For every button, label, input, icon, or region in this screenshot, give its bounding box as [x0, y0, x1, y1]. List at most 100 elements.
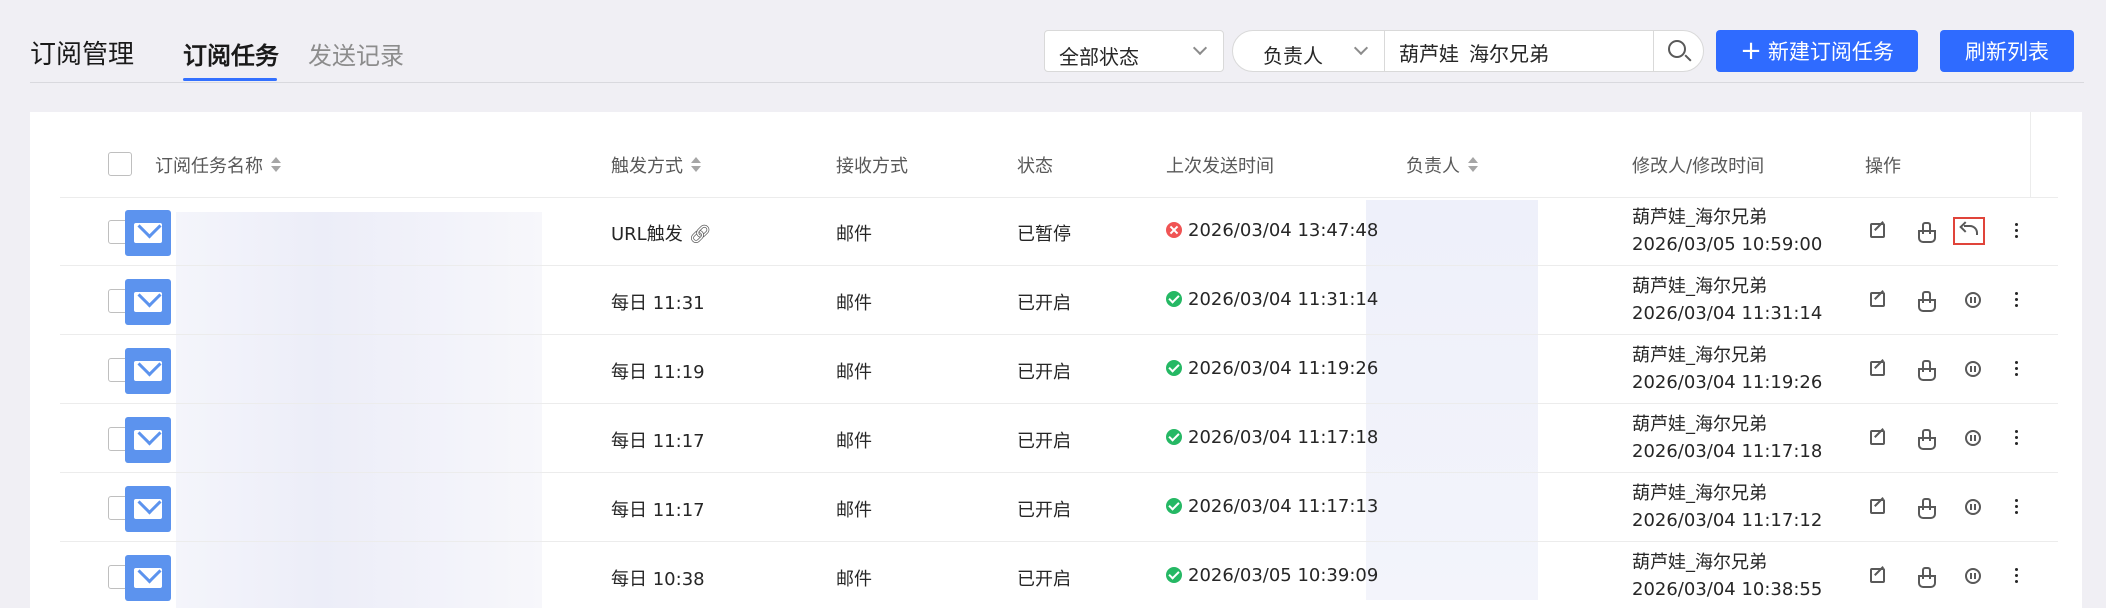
- pause-icon[interactable]: [1965, 292, 1981, 308]
- link-icon[interactable]: 🔗︎: [689, 224, 712, 245]
- modified-time: 2026/03/04 11:31:14: [1632, 303, 1823, 324]
- more-icon[interactable]: [2015, 499, 2019, 515]
- pause-icon[interactable]: [1965, 361, 1981, 377]
- more-icon[interactable]: [2015, 223, 2019, 239]
- last-sent-time: 2026/03/04 11:31:14: [1188, 289, 1379, 310]
- modifier-name: 葫芦娃_海尔兄弟: [1632, 345, 1767, 366]
- trigger-text: 每日 11:17: [611, 500, 705, 521]
- last-sent-cell: 2026/03/04 11:31:14: [1166, 289, 1378, 310]
- receive-cell: 邮件: [836, 569, 872, 590]
- status-cell: 已开启: [1017, 500, 1071, 521]
- check-circle-icon: [1166, 567, 1182, 583]
- table-row[interactable]: 每日 11:19 邮件 已开启 2026/03/04 11:19:26 葫芦娃_…: [60, 336, 2058, 404]
- select-all-checkbox[interactable]: [108, 152, 132, 176]
- edit-icon[interactable]: [1870, 292, 1885, 307]
- more-icon[interactable]: [2015, 361, 2019, 377]
- header-divider: [2030, 112, 2031, 198]
- edit-icon[interactable]: [1870, 499, 1885, 514]
- tab-send-records[interactable]: 发送记录: [308, 36, 404, 71]
- edit-icon[interactable]: [1870, 568, 1885, 583]
- trigger-cell: 每日 11:31: [611, 289, 705, 315]
- mail-icon: [125, 210, 171, 256]
- check-circle-icon: [1166, 429, 1182, 445]
- manual-send-icon[interactable]: [1917, 360, 1936, 381]
- column-header-owner[interactable]: 负责人: [1406, 152, 1478, 178]
- header-divider: [30, 82, 2084, 83]
- more-icon[interactable]: [2015, 292, 2019, 308]
- trigger-text: 每日 11:17: [611, 431, 705, 452]
- mail-icon: [125, 348, 171, 394]
- trigger-text: URL触发: [611, 224, 683, 245]
- manual-send-icon[interactable]: [1917, 498, 1936, 519]
- search-icon: [1668, 40, 1686, 58]
- table-row[interactable]: URL触发 🔗︎ 邮件 已暂停 2026/03/04 13:47:48 葫芦娃_海…: [60, 198, 2058, 266]
- pause-icon[interactable]: [1965, 499, 1981, 515]
- owner-filter-group: 负责人: [1232, 30, 1704, 72]
- owner-filter-label: 负责人: [1263, 44, 1323, 68]
- chevron-down-icon: [1192, 40, 1208, 56]
- modifier-cell: 葫芦娃_海尔兄弟 2026/03/04 11:17:12: [1632, 480, 1822, 534]
- manual-send-icon[interactable]: [1917, 291, 1936, 312]
- owner-search-input[interactable]: [1399, 40, 1639, 64]
- modifier-name: 葫芦娃_海尔兄弟: [1632, 207, 1767, 228]
- page-header: 订阅管理 订阅任务 发送记录 全部状态 负责人 + 新建订阅任务 刷新列表: [0, 0, 2106, 84]
- edit-icon[interactable]: [1870, 430, 1885, 445]
- check-circle-icon: [1166, 360, 1182, 376]
- column-header-status: 状态: [1017, 156, 1053, 177]
- table-row[interactable]: 每日 11:17 邮件 已开启 2026/03/04 11:17:13 葫芦娃_…: [60, 474, 2058, 542]
- sort-icon[interactable]: [691, 157, 701, 173]
- column-header-modifier: 修改人/修改时间: [1632, 156, 1765, 177]
- last-sent-time: 2026/03/05 10:39:09: [1188, 565, 1379, 586]
- chevron-down-icon: [1353, 40, 1369, 56]
- modifier-cell: 葫芦娃_海尔兄弟 2026/03/04 11:17:18: [1632, 411, 1822, 465]
- manual-send-icon[interactable]: [1917, 429, 1936, 450]
- edit-icon[interactable]: [1870, 223, 1885, 238]
- new-subscription-task-button[interactable]: + 新建订阅任务: [1716, 30, 1918, 72]
- manual-send-icon[interactable]: [1917, 567, 1936, 588]
- tab-subscription-tasks[interactable]: 订阅任务: [183, 36, 279, 71]
- modified-time: 2026/03/04 11:17:12: [1632, 510, 1823, 531]
- refresh-list-button[interactable]: 刷新列表: [1940, 30, 2074, 72]
- subscription-table-card: 订阅任务名称 触发方式 接收方式 状态 上次发送时间 负责人 修改人/修改时间 …: [30, 112, 2082, 608]
- modifier-name: 葫芦娃_海尔兄弟: [1632, 552, 1767, 573]
- receive-cell: 邮件: [836, 500, 872, 521]
- sort-icon[interactable]: [271, 157, 281, 173]
- pause-icon[interactable]: [1965, 568, 1981, 584]
- more-icon[interactable]: [2015, 430, 2019, 446]
- column-header-ops: 操作: [1865, 156, 1901, 177]
- table-row[interactable]: 每日 11:17 邮件 已开启 2026/03/04 11:17:18 葫芦娃_…: [60, 405, 2058, 473]
- modifier-cell: 葫芦娃_海尔兄弟 2026/03/04 10:38:55: [1632, 549, 1822, 603]
- table-row[interactable]: 每日 10:38 邮件 已开启 2026/03/05 10:39:09 葫芦娃_…: [60, 543, 2058, 608]
- modifier-name: 葫芦娃_海尔兄弟: [1632, 414, 1767, 435]
- column-header-trigger[interactable]: 触发方式: [611, 152, 701, 178]
- trigger-text: 每日 11:31: [611, 293, 705, 314]
- column-header-owner-label: 负责人: [1406, 156, 1460, 177]
- modified-time: 2026/03/04 11:17:18: [1632, 441, 1823, 462]
- modifier-cell: 葫芦娃_海尔兄弟 2026/03/05 10:59:00: [1632, 204, 1822, 258]
- sort-icon[interactable]: [1468, 157, 1478, 173]
- pause-icon[interactable]: [1965, 430, 1981, 446]
- error-circle-icon: [1166, 222, 1182, 238]
- status-cell: 已开启: [1017, 293, 1071, 314]
- column-header-name-label: 订阅任务名称: [155, 156, 263, 177]
- table-row[interactable]: 每日 11:31 邮件 已开启 2026/03/04 11:31:14 葫芦娃_…: [60, 267, 2058, 335]
- last-sent-time: 2026/03/04 11:17:13: [1188, 496, 1379, 517]
- trigger-cell: 每日 11:19: [611, 358, 705, 384]
- mail-icon: [125, 486, 171, 532]
- table-header: 订阅任务名称 触发方式 接收方式 状态 上次发送时间 负责人 修改人/修改时间 …: [60, 112, 2058, 198]
- more-icon[interactable]: [2015, 568, 2019, 584]
- trigger-cell: 每日 10:38: [611, 565, 705, 591]
- edit-icon[interactable]: [1870, 361, 1885, 376]
- column-header-name[interactable]: 订阅任务名称: [155, 152, 281, 178]
- receive-cell: 邮件: [836, 431, 872, 452]
- owner-filter-select[interactable]: 负责人: [1233, 31, 1385, 71]
- status-filter-select[interactable]: 全部状态: [1044, 30, 1224, 72]
- column-header-last-sent: 上次发送时间: [1166, 156, 1274, 177]
- modifier-name: 葫芦娃_海尔兄弟: [1632, 483, 1767, 504]
- modified-time: 2026/03/04 10:38:55: [1632, 579, 1823, 600]
- resume-icon[interactable]: [1953, 217, 1985, 245]
- search-button[interactable]: [1653, 31, 1703, 71]
- plus-icon: +: [1740, 36, 1762, 66]
- manual-send-icon[interactable]: [1917, 222, 1936, 243]
- modifier-cell: 葫芦娃_海尔兄弟 2026/03/04 11:31:14: [1632, 273, 1822, 327]
